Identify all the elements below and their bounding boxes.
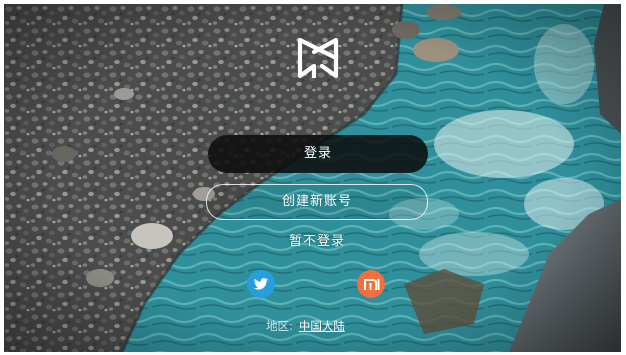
mi-logo-icon <box>364 279 380 290</box>
twitter-bird-icon <box>253 278 268 290</box>
region-label: 地区: <box>266 319 293 333</box>
brand-logo-icon <box>296 37 340 81</box>
region-selector: 地区: 中国大陆 <box>266 317 396 335</box>
sign-in-button[interactable]: 登录 <box>208 135 428 173</box>
skip-login-link[interactable]: 暂不登录 <box>264 233 370 251</box>
login-screen: 登录 创建新账号 暂不登录 地区: 中国大陆 <box>4 4 621 352</box>
twitter-login-button[interactable] <box>247 270 275 298</box>
create-account-button[interactable]: 创建新账号 <box>206 184 428 220</box>
region-value-link[interactable]: 中国大陆 <box>299 319 345 333</box>
mi-login-button[interactable] <box>357 270 385 298</box>
